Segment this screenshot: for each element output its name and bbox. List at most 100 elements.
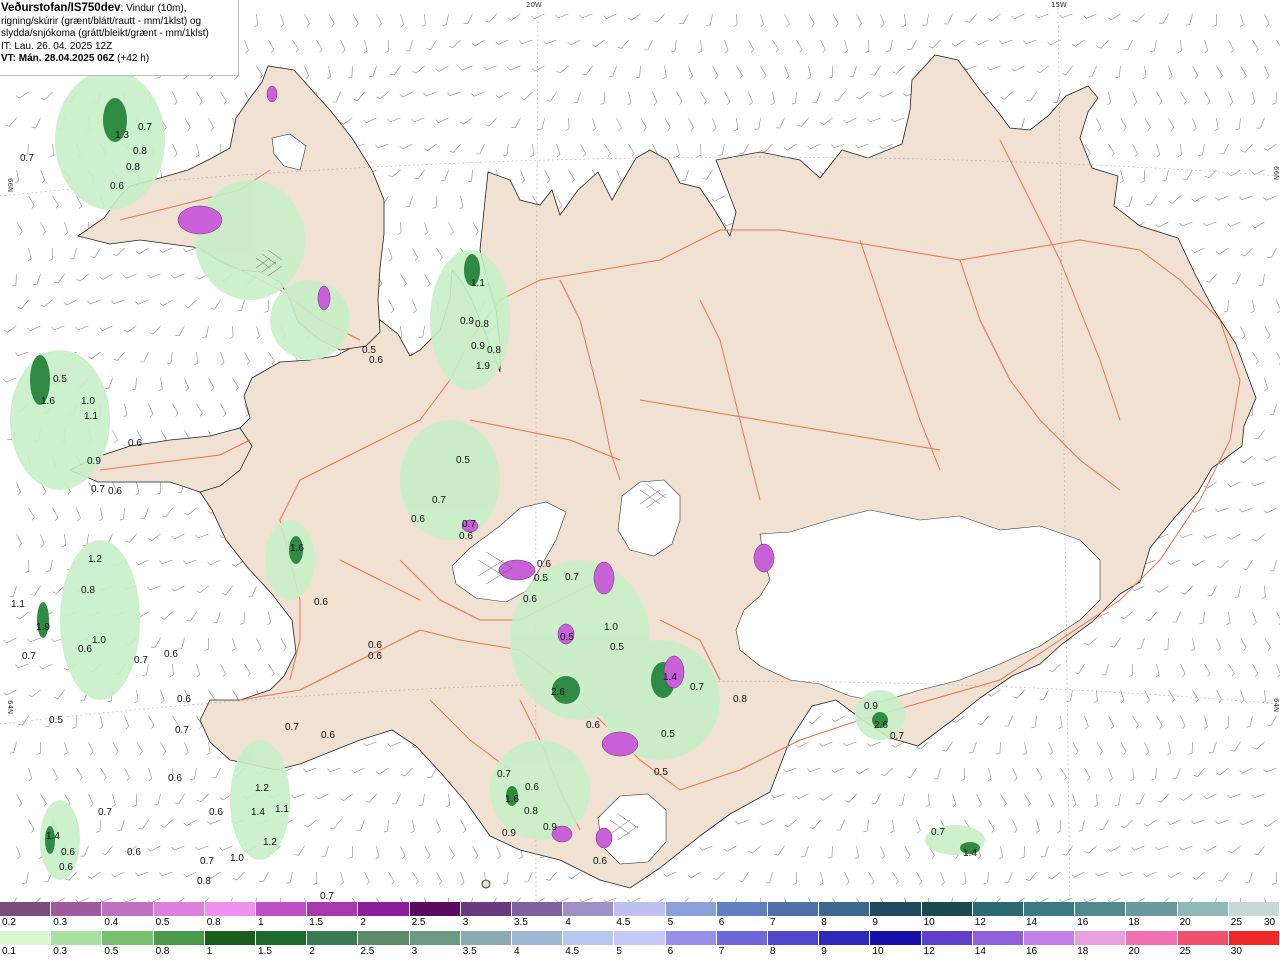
legend-swatch [256,902,308,916]
legend-tick-label: 18 [1077,946,1089,957]
precip-value: 0.6 [108,486,122,497]
legend-tick-label: 0.3 [53,917,68,928]
legend-rain: 0.1 0.3 0.5 0.8 1 1.5 2 2.5 3 3.5 4 4.5 5 6 7 8 9 10 12 14 1… [0,931,1280,959]
precip-value: 0.6 [593,856,607,867]
legend-tick-label: 3 [411,946,418,957]
legend-tick-label: 14 [974,946,986,957]
legend-swatch [204,931,257,945]
legend-swatch [102,902,154,916]
legend-tick-label: 1.5 [309,917,324,928]
legend-tick-label: 0.8 [206,917,221,928]
precip-value: 0.5 [456,455,470,466]
legend-swatch [307,931,359,945]
legend-snow-swatches [0,902,1280,916]
legend-swatch [921,902,973,916]
legend-swatch [972,931,1025,945]
precip-value: 0.6 [78,644,92,655]
precip-value: 1.9 [36,622,50,633]
legend-tick-label: 10 [872,946,884,957]
legend-tick-label: 12 [974,917,986,928]
weather-map[interactable]: 20W 15W 66N 66N 64N 64N 0.71.30.80.80.70… [0,0,1280,902]
legend-tick-label: 7 [718,946,725,957]
legend-tick-label: 16 [1077,917,1089,928]
precip-value: 0.7 [931,827,945,838]
precip-value: 0.5 [49,715,63,726]
legend-swatch [768,902,820,916]
legend-tick-label: 20 [1128,946,1140,957]
legend-swatch [358,931,410,945]
precip-value: 0.7 [462,519,476,530]
legend-swatch [358,902,410,916]
init-time: IT: Lau. 26. 04. 2025 12Z [1,40,113,52]
legend-swatch [614,902,666,916]
precip-value: 1.4 [251,807,265,818]
precip-value: 0.6 [459,531,473,542]
precip-value: 0.6 [411,514,425,525]
precip-value: 0.7 [690,682,704,693]
legend-tick-label: 0.8 [155,946,170,957]
legend-swatch [1075,931,1127,945]
precip-value: 1.1 [84,411,98,422]
legend-swatch [716,931,769,945]
precip-value: 1.6 [41,396,55,407]
legend-tick-label: 4 [514,946,520,957]
legend-tick-label: 14 [1026,917,1038,928]
legend-tick-label: 9 [872,917,878,928]
precip-value: 1.3 [115,130,129,141]
precip-value: 0.7 [200,856,214,867]
precip-value: 0.5 [661,729,675,740]
legend-tick-label: 25 [1179,946,1191,957]
legend-rain-labels: 0.1 0.3 0.5 0.8 1 1.5 2 2.5 3 3.5 4 4.5 5 6 7 8 9 10 12 14 1… [0,945,1280,959]
legend-tick-label: 8 [821,917,827,928]
precip-value: 1.4 [963,848,977,859]
legend-tick-label: 4 [565,917,571,928]
precip-value: 1.2 [88,554,102,565]
precip-value: 0.7 [285,722,299,733]
precip-value: 0.6 [314,597,328,608]
legend-swatch [819,931,871,945]
legend-swatch [921,931,973,945]
precip-value: 0.7 [138,122,152,133]
precip-value: 0.6 [127,847,141,858]
precip-value: 1.0 [92,635,106,646]
legend-tick-label: 30 [1230,946,1242,957]
precip-value: 1.4 [663,672,677,683]
legend-swatch [614,931,666,945]
legend-tick-label: 2 [309,946,315,957]
precip-value: 1.1 [11,599,25,610]
legend-tick-label: 12 [923,946,935,957]
precip-value: 1.0 [604,622,618,633]
legend-swatch [51,931,103,945]
legend-swatch [1075,902,1127,916]
precip-value: 0.6 [110,181,124,192]
precip-value: 0.8 [487,345,501,356]
precip-value: 0.7 [320,891,334,902]
legend-swatch [204,902,257,916]
precip-value: 0.8 [133,146,147,157]
title-box: Veðurstofan/IS750dev: Vindur (10m), rign… [0,0,239,76]
precip-value: 0.9 [864,701,878,712]
precip-value: 0.5 [53,374,67,385]
precip-value: 0.6 [59,862,73,873]
legend-tick-label: 9 [821,946,827,957]
precip-value: 0.6 [368,651,382,662]
precip-value: 0.7 [890,731,904,742]
precip-value: 0.9 [471,341,485,352]
precip-value: 0.9 [460,316,474,327]
precip-value: 0.6 [164,649,178,660]
title-line2: rigning/skúrir (grænt/blátt/rautt - mm/1… [1,15,202,27]
legend-swatch [768,931,820,945]
precip-value: 0.9 [502,828,516,839]
legend-swatch [256,931,308,945]
legend-swatch [870,931,922,945]
precip-value: 0.8 [475,319,489,330]
legend-tick-label: 7 [770,917,776,928]
legend-tick-label: 8 [770,946,776,957]
legend-rain-swatches [0,931,1280,945]
legend-swatch [102,931,154,945]
lat-64n-left-label: 64N [6,700,14,714]
precip-value: 0.5 [654,767,668,778]
precip-value: 0.7 [91,484,105,495]
legend-tick-label: 1 [258,917,264,928]
legend-tick-label: 4.5 [616,917,631,928]
